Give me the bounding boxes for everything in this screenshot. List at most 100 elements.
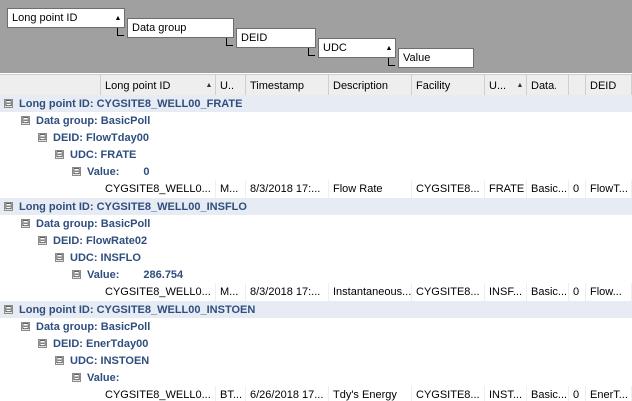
group-row-value-label: Value: xyxy=(87,268,120,281)
collapse-toggle-icon[interactable]: ⊟ xyxy=(72,270,81,279)
group-row-data-group[interactable]: ⊟ Data group: BasicPoll xyxy=(21,318,150,335)
collapse-toggle-icon[interactable]: ⊟ xyxy=(72,373,81,382)
collapse-toggle-icon[interactable]: ⊟ xyxy=(4,305,13,314)
column-header-facility[interactable]: Facility xyxy=(412,75,485,96)
group-row-long-point-id-label: Long point ID: CYGSITE8_WELL00_INSTOEN xyxy=(19,303,256,316)
group-row-value-number: 0 xyxy=(143,165,150,178)
groupby-chip-label: DEID xyxy=(241,32,268,44)
groupby-chip-deid[interactable]: DEID xyxy=(236,28,316,48)
cell-o: 0 xyxy=(569,180,586,198)
group-row-udc[interactable]: ⊟ UDC: INSFLO xyxy=(55,249,141,266)
column-header-data-group[interactable]: Data... xyxy=(527,75,569,96)
group-row-data-group-label: Data group: BasicPoll xyxy=(36,217,151,230)
group-row-long-point-id[interactable]: ⊟ Long point ID: CYGSITE8_WELL00_INSTOEN xyxy=(4,301,255,318)
collapse-toggle-icon[interactable]: ⊟ xyxy=(55,356,64,365)
group-row-long-point-id-label: Long point ID: CYGSITE8_WELL00_INSFLO xyxy=(19,200,247,213)
group-by-panel: Long point ID ▲ Data group DEID UDC ▲ Value xyxy=(0,0,632,73)
group-row-value[interactable]: ⊟ Value: xyxy=(72,369,143,386)
sort-asc-icon: ▲ xyxy=(205,82,213,89)
groupby-chip-value[interactable]: Value xyxy=(398,48,474,68)
cell-long-point-id: CYGSITE8_WELL0... xyxy=(101,386,216,401)
collapse-toggle-icon[interactable]: ⊟ xyxy=(21,322,30,331)
table-row[interactable]: CYGSITE8_WELL0... M... 8/3/2018 17:... Inst… xyxy=(101,283,632,302)
cell-facility: CYGSITE8... xyxy=(412,283,485,301)
group-row-value-label: Value: xyxy=(87,371,120,384)
cell-data-group: Basic... xyxy=(527,386,569,401)
cell-description: Instantaneous... xyxy=(329,283,412,301)
collapse-toggle-icon[interactable]: ⊟ xyxy=(55,253,64,262)
cell-facility: CYGSITE8... xyxy=(412,180,485,198)
group-row-long-point-id[interactable]: ⊟ Long point ID: CYGSITE8_WELL00_INSFLO xyxy=(4,198,247,215)
groupby-chip-udc[interactable]: UDC ▲ xyxy=(318,38,396,58)
cell-udc: INSF... xyxy=(485,283,527,301)
cell-data-group: Basic... xyxy=(527,180,569,198)
collapse-toggle-icon[interactable]: ⊟ xyxy=(72,167,81,176)
cell-long-point-id: CYGSITE8_WELL0... xyxy=(101,283,216,301)
cell-units: M... xyxy=(216,283,246,301)
group-row-udc[interactable]: ⊟ UDC: FRATE xyxy=(55,146,136,163)
collapse-toggle-icon[interactable]: ⊟ xyxy=(38,236,47,245)
cell-udc: INST... xyxy=(485,386,527,401)
column-header-description[interactable]: Description xyxy=(329,75,412,96)
collapse-toggle-icon[interactable]: ⊟ xyxy=(55,150,64,159)
column-header-units[interactable]: U... xyxy=(216,75,246,96)
group-row-long-point-id-label: Long point ID: CYGSITE8_WELL00_FRATE xyxy=(19,97,243,110)
group-row-deid-label: DEID: FlowRate02 xyxy=(53,234,148,247)
column-header-row: Long point ID ▲ U... Timestamp Description Fa… xyxy=(0,74,632,96)
cell-timestamp: 6/26/2018 17... xyxy=(246,386,329,401)
column-header-timestamp[interactable]: Timestamp xyxy=(246,75,329,96)
group-row-deid[interactable]: ⊟ DEID: FlowRate02 xyxy=(38,232,147,249)
collapse-toggle-icon[interactable]: ⊟ xyxy=(38,339,47,348)
collapse-toggle-icon[interactable]: ⊟ xyxy=(4,202,13,211)
group-row-deid-label: DEID: EnerTday00 xyxy=(53,337,149,350)
group-row-value-number: 286.754 xyxy=(143,268,184,281)
grid-view: Long point ID ▲ Data group DEID UDC ▲ Value Lo… xyxy=(0,0,632,401)
group-row-udc-label: UDC: FRATE xyxy=(70,148,137,161)
group-row-udc-label: UDC: INSFLO xyxy=(70,251,141,264)
group-row-value-label: Value: xyxy=(87,165,120,178)
groupby-connector xyxy=(226,38,233,46)
cell-description: Flow Rate xyxy=(329,180,412,198)
table-row[interactable]: CYGSITE8_WELL0... M... 8/3/2018 17:... Flow… xyxy=(101,180,632,199)
group-row-value[interactable]: ⊟ Value: 286.754 xyxy=(72,266,183,283)
collapse-toggle-icon[interactable]: ⊟ xyxy=(38,133,47,142)
cell-udc: FRATE xyxy=(485,180,527,198)
table-row[interactable]: CYGSITE8_WELL0... BT... 6/26/2018 17... Tdy… xyxy=(101,386,632,401)
column-header-label: Long point ID xyxy=(105,79,171,92)
header-indent-spacer xyxy=(0,75,101,96)
group-row-data-group[interactable]: ⊟ Data group: BasicPoll xyxy=(21,112,150,129)
cell-deid: Flow... xyxy=(586,283,632,301)
group-row-data-group-label: Data group: BasicPoll xyxy=(36,114,151,127)
group-row-data-group-label: Data group: BasicPoll xyxy=(36,320,151,333)
column-header-label: Facility xyxy=(416,79,451,92)
cell-o: 0 xyxy=(569,386,586,401)
column-header-long-point-id[interactable]: Long point ID ▲ xyxy=(101,75,216,96)
group-row-deid[interactable]: ⊟ DEID: EnerTday00 xyxy=(38,335,148,352)
column-header-label: U... xyxy=(220,79,233,92)
groupby-chip-label: UDC xyxy=(323,42,347,54)
groupby-chip-data-group[interactable]: Data group xyxy=(127,18,234,38)
collapse-toggle-icon[interactable]: ⊟ xyxy=(21,219,30,228)
sort-asc-icon: ▲ xyxy=(385,44,393,52)
groupby-connector xyxy=(388,58,395,66)
groupby-chip-label: Long point ID xyxy=(12,12,78,24)
group-row-long-point-id[interactable]: ⊟ Long point ID: CYGSITE8_WELL00_FRATE xyxy=(4,95,242,112)
column-header-udc[interactable]: U... ▲ xyxy=(485,75,527,96)
group-row-data-group[interactable]: ⊟ Data group: BasicPoll xyxy=(21,215,150,232)
collapse-toggle-icon[interactable]: ⊟ xyxy=(4,99,13,108)
column-header-o[interactable]: O xyxy=(569,75,586,96)
cell-description: Tdy's Energy xyxy=(329,386,412,401)
cell-facility: CYGSITE8... xyxy=(412,386,485,401)
group-row-deid[interactable]: ⊟ DEID: FlowTday00 xyxy=(38,129,149,146)
group-row-value[interactable]: ⊟ Value: 0 xyxy=(72,163,150,180)
cell-deid: EnerT... xyxy=(586,386,632,401)
group-row-udc[interactable]: ⊟ UDC: INSTOEN xyxy=(55,352,149,369)
sort-asc-icon: ▲ xyxy=(516,82,524,89)
groupby-connector xyxy=(308,48,315,56)
groupby-chip-long-point-id[interactable]: Long point ID ▲ xyxy=(7,8,125,28)
group-row-udc-label: UDC: INSTOEN xyxy=(70,354,150,367)
cell-timestamp: 8/3/2018 17:... xyxy=(246,180,329,198)
cell-units: BT... xyxy=(216,386,246,401)
collapse-toggle-icon[interactable]: ⊟ xyxy=(21,116,30,125)
column-header-deid[interactable]: DEID xyxy=(586,75,632,96)
